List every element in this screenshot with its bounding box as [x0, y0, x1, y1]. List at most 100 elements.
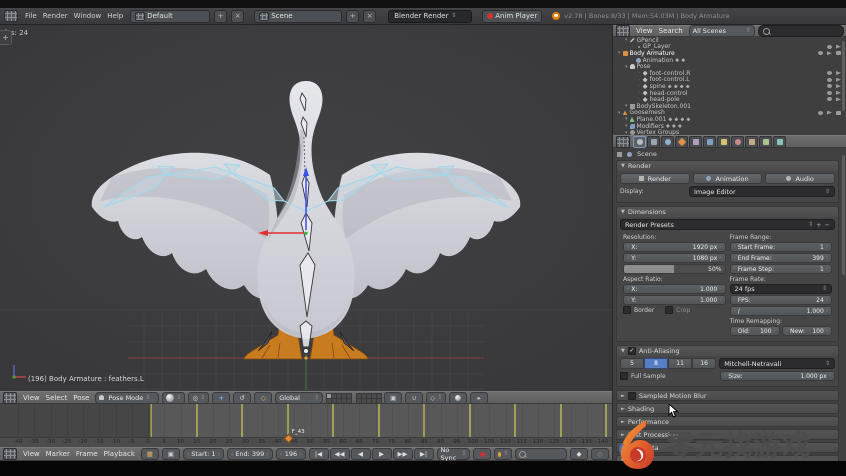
aa-filter-dropdown[interactable]: Mitchell-Netravali⇕ [719, 358, 835, 369]
selectable-icon[interactable] [827, 51, 832, 55]
manipulator-translate-button[interactable]: + [212, 392, 230, 404]
timeline-editor[interactable]: -40-35-30-25-20-15-10-505101520253035404… [0, 404, 612, 447]
outliner-row[interactable]: ·foot-control.R [613, 70, 846, 77]
visibility-icon[interactable] [827, 45, 832, 49]
expand-toggle-icon[interactable]: ▾ [625, 116, 628, 122]
timeline-editor-type-button[interactable] [3, 448, 17, 460]
screen-layout-selector[interactable]: Default [130, 10, 210, 23]
viewport-menu-select[interactable]: Select [43, 394, 71, 402]
insert-keyframe-button[interactable]: ◆ [570, 448, 588, 460]
aspect-y-field[interactable]: ‹Y:1.000› [623, 295, 726, 305]
visibility-icon[interactable] [827, 84, 832, 88]
play-button[interactable]: ▶ [372, 448, 392, 460]
timeline-menu-frame[interactable]: Frame [73, 450, 101, 458]
editor-type-icon[interactable] [4, 10, 18, 22]
panel-checkbox[interactable] [628, 392, 636, 400]
manipulator-rotate-button[interactable]: ↺ [233, 392, 251, 404]
render-opengl-anim-button[interactable]: ▸ [470, 392, 488, 404]
extra-icon[interactable] [674, 117, 678, 121]
visibility-icon[interactable] [818, 111, 823, 115]
delete-layout-button[interactable]: × [231, 10, 244, 23]
extra-icon[interactable] [686, 84, 690, 88]
outliner-row[interactable]: ·spine [613, 83, 846, 90]
extra-icon[interactable] [674, 84, 678, 88]
tab-world[interactable] [661, 136, 674, 148]
expand-toggle-icon[interactable]: ▾ [625, 64, 628, 70]
snap-element-dropdown[interactable]: ◇⇕ [426, 392, 446, 404]
render-presets-dropdown[interactable]: Render Presets⇕ +− [620, 219, 835, 230]
outliner-row[interactable]: ·foot-control.L [613, 77, 846, 84]
menu-help[interactable]: Help [104, 12, 126, 20]
outliner-scrollbar[interactable] [842, 41, 845, 111]
render-engine-dropdown[interactable]: Blender Render ⇕ [388, 10, 472, 23]
tab-material[interactable] [731, 136, 744, 148]
antialiasing-panel-header[interactable]: ▼✓ Anti-Aliasing [617, 346, 838, 356]
tab-modifiers[interactable] [703, 136, 716, 148]
add-layout-button[interactable]: + [214, 10, 227, 23]
outliner-editor-type-button[interactable] [616, 25, 630, 37]
menu-window[interactable]: Window [71, 12, 105, 20]
sync-dropdown[interactable]: No Sync ⇕ [437, 448, 471, 460]
renderable-icon[interactable] [836, 111, 841, 115]
expand-toggle-icon[interactable]: ▾ [618, 50, 621, 56]
toolshelf-open-tab[interactable]: + [0, 30, 12, 45]
mode-dropdown[interactable]: Pose Mode ⇕ [95, 392, 159, 404]
timeline-ruler[interactable]: -40-35-30-25-20-15-10-505101520253035404… [0, 437, 612, 447]
aa-samples-5[interactable]: 5 [620, 358, 644, 369]
expand-toggle-icon[interactable]: · [632, 44, 634, 50]
panel-header-sampled-motion-blur[interactable]: ►Sampled Motion Blur [616, 390, 839, 401]
antialiasing-checkbox[interactable]: ✓ [628, 347, 636, 355]
render-button[interactable]: Render [620, 173, 690, 184]
selectable-icon[interactable] [836, 71, 841, 75]
expand-toggle-icon[interactable]: ▾ [618, 110, 621, 116]
viewport-menu-view[interactable]: View [20, 394, 43, 402]
visibility-icon[interactable] [827, 71, 832, 75]
render-animation-button[interactable]: Animation [693, 173, 763, 184]
play-reverse-button[interactable]: ◀ [351, 448, 371, 460]
panel-header-shading[interactable]: ►Shading [616, 403, 839, 414]
layer-toggle[interactable] [376, 398, 382, 404]
expand-toggle-icon[interactable]: ▾ [625, 123, 628, 129]
expand-toggle-icon[interactable]: ▾ [625, 37, 628, 43]
aspect-x-field[interactable]: ‹X:1.000› [623, 284, 726, 294]
aa-samples-11[interactable]: 11 [668, 358, 692, 369]
expand-toggle-icon[interactable]: · [639, 77, 641, 83]
display-mode-dropdown[interactable]: All Scenes ⇕ [689, 25, 755, 37]
outliner-menu-view[interactable]: View [633, 27, 656, 35]
render-panel-header[interactable]: ▼Render [617, 161, 838, 171]
fps-base-field[interactable]: ‹/1.000› [730, 306, 833, 316]
full-sample-checkbox[interactable] [620, 372, 628, 380]
scene-selector[interactable]: Scene [254, 10, 342, 23]
autokey-record-button[interactable] [473, 448, 491, 460]
snap-toggle-button[interactable]: ∪ [405, 392, 423, 404]
visibility-icon[interactable] [818, 51, 823, 55]
visibility-icon[interactable] [827, 78, 832, 82]
dimensions-panel-header[interactable]: ▼Dimensions [617, 207, 838, 217]
extra-icon[interactable] [680, 117, 684, 121]
active-keying-set-field[interactable] [515, 448, 567, 460]
3d-viewport[interactable]: fps: 24 + (196) Body Armature : feathers… [0, 25, 612, 391]
remap-new-field[interactable]: ‹New:100› [782, 326, 832, 336]
layers-widget-1[interactable] [326, 393, 351, 403]
tab-scene[interactable] [647, 136, 660, 148]
keying-set-flash-button[interactable]: ⇕ [494, 448, 512, 460]
render-audio-button[interactable]: Audio [765, 173, 835, 184]
lock-camera-button[interactable]: ▣ [384, 392, 402, 404]
visibility-icon[interactable] [827, 97, 832, 101]
visibility-icon[interactable] [827, 91, 832, 95]
outliner-row[interactable]: ▾Pose [613, 63, 846, 70]
extra-icon[interactable] [672, 124, 676, 128]
jump-to-end-button[interactable]: ▶| [414, 448, 434, 460]
prev-keyframe-button[interactable]: ◀◀ [330, 448, 350, 460]
lock-time-button[interactable]: ▣ [162, 448, 180, 460]
expand-toggle-icon[interactable]: · [639, 83, 641, 89]
extra-icon[interactable] [668, 84, 672, 88]
selectable-icon[interactable] [836, 97, 841, 101]
tab-texture[interactable] [745, 136, 758, 148]
border-checkbox[interactable] [623, 306, 631, 314]
renderable-icon[interactable] [836, 51, 841, 55]
frame-step-field[interactable]: ‹Frame Step:1› [730, 264, 833, 274]
timeline-menu-playback[interactable]: Playback [101, 450, 138, 458]
layer-toggle[interactable] [346, 398, 352, 404]
start-frame-field[interactable]: ‹Start: 1› [183, 448, 224, 460]
